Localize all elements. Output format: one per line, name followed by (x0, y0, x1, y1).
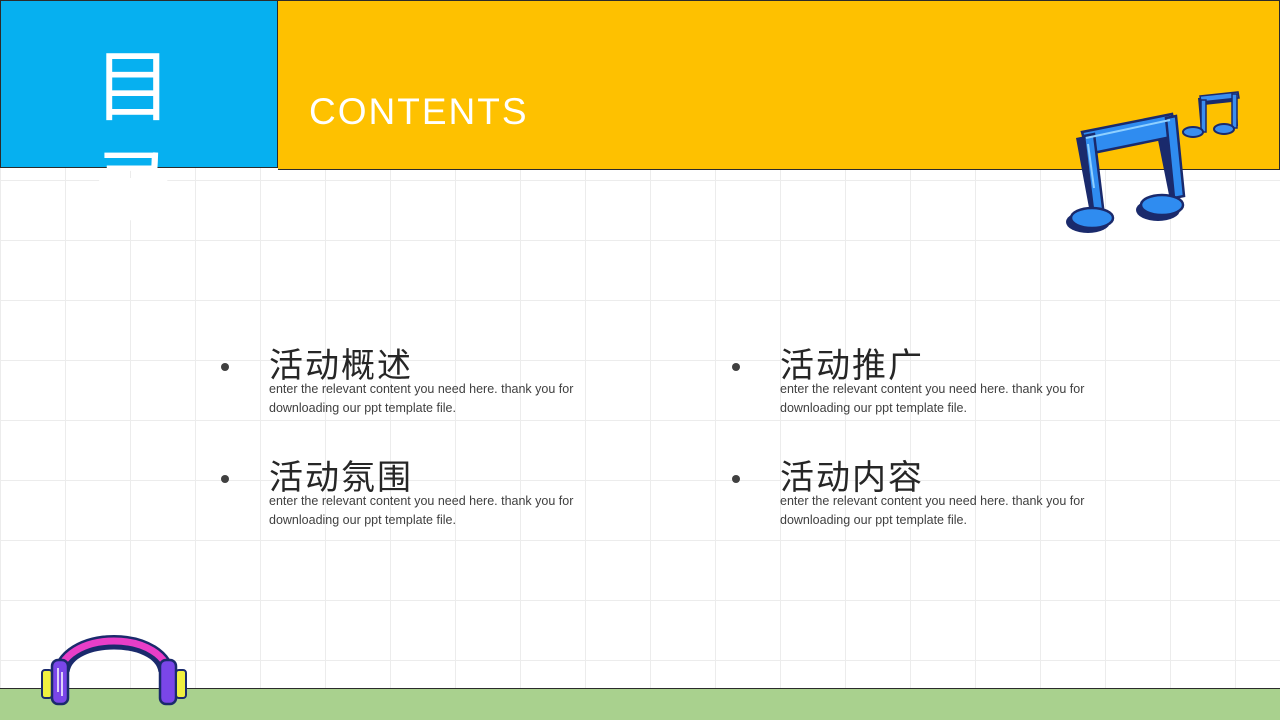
bullet-dot (221, 363, 229, 371)
page-subtitle: CONTENTS (309, 91, 529, 132)
music-note-icon (1066, 91, 1240, 233)
contents-item-desc: enter the relevant content you need here… (269, 494, 574, 527)
contents-item-desc: enter the relevant content you need here… (780, 382, 1085, 415)
bullet-dot (732, 475, 740, 483)
page-title: 目 录 (93, 43, 208, 233)
contents-item-1[interactable]: 活动概述 enter the relevant content you need… (221, 346, 609, 418)
footer-band (0, 688, 1280, 720)
contents-item-3[interactable]: 活动氛围 enter the relevant content you need… (221, 458, 609, 530)
contents-item-desc: enter the relevant content you need here… (780, 494, 1085, 527)
bullet-dot (221, 475, 229, 483)
headphones-icon (41, 635, 187, 706)
contents-item-desc: enter the relevant content you need here… (269, 382, 574, 415)
slide: 目 录 CONTENTS 活动概述 enter the relevant con… (0, 0, 1280, 720)
bullet-dot (732, 363, 740, 371)
contents-item-4[interactable]: 活动内容 enter the relevant content you need… (732, 458, 1120, 530)
contents-item-2[interactable]: 活动推广 enter the relevant content you need… (732, 346, 1120, 418)
